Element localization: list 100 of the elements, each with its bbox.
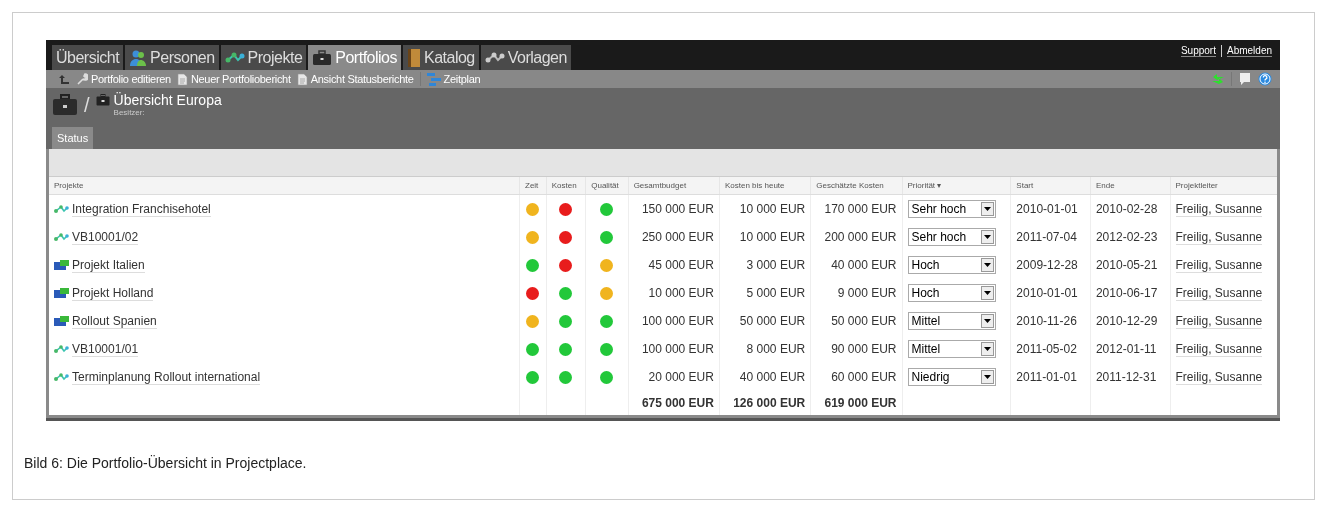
- manager-link[interactable]: Freilig, Susanne: [1175, 230, 1263, 245]
- project-link[interactable]: Projekt Holland: [72, 285, 154, 301]
- table-cell: 10 000 EUR: [628, 279, 720, 307]
- toolbar-button[interactable]: Neuer Portfoliobericht: [176, 72, 291, 86]
- briefcase-icon: [312, 49, 333, 66]
- document-icon: [296, 72, 308, 86]
- total-cell: 675 000 EUR: [628, 391, 720, 415]
- project-link[interactable]: Terminplanung Rollout international: [72, 369, 261, 385]
- nav-tab[interactable]: Personen: [125, 45, 219, 70]
- toolbar-button[interactable]: Zeitplan: [426, 72, 481, 86]
- table-cell: 10 000 EUR: [719, 194, 811, 223]
- priority-dropdown[interactable]: Sehr hoch: [907, 228, 996, 246]
- nav-tab[interactable]: Projekte: [220, 45, 307, 70]
- table-cell: 5 000 EUR: [719, 279, 811, 307]
- briefcase-icon[interactable]: [52, 94, 78, 116]
- manager-link[interactable]: Freilig, Susanne: [1175, 286, 1263, 301]
- people-icon: [129, 48, 148, 67]
- priority-dropdown[interactable]: Hoch: [907, 284, 996, 302]
- owner-label: Besitzer:: [113, 108, 146, 117]
- column-header[interactable]: Qualität: [585, 177, 629, 195]
- column-header[interactable]: Kosten: [546, 177, 586, 195]
- network-icon: [54, 232, 69, 242]
- table-cell: 2010-11-26: [1010, 307, 1091, 335]
- portfolio-title: Übersicht Europa: [113, 92, 222, 108]
- column-header[interactable]: Projektleiter: [1170, 177, 1277, 195]
- network-icon: [224, 50, 245, 65]
- column-header[interactable]: Gesamtbudget: [628, 177, 720, 195]
- speech-bubble-icon[interactable]: [1238, 72, 1252, 86]
- table-cell: 3 000 EUR: [719, 251, 811, 279]
- document-icon: [176, 72, 188, 86]
- folder-icon: [54, 316, 69, 326]
- project-link[interactable]: VB10001/02: [72, 229, 139, 245]
- table-cell: 250 000 EUR: [628, 223, 720, 251]
- column-header[interactable]: Priorität ▾: [902, 177, 1011, 195]
- manager-link[interactable]: Freilig, Susanne: [1175, 342, 1263, 357]
- nav-tab[interactable]: Übersicht: [52, 45, 124, 70]
- table-cell: 2012-01-11: [1090, 335, 1170, 363]
- arrows-icon[interactable]: [1211, 74, 1225, 84]
- caret-icon: [983, 207, 991, 211]
- header-link[interactable]: Abmelden: [1226, 45, 1272, 57]
- manager-link[interactable]: Freilig, Susanne: [1175, 258, 1263, 273]
- toolbar-button[interactable]: Ansicht Statusberichte: [296, 72, 414, 86]
- priority-dropdown[interactable]: Sehr hoch: [907, 200, 996, 218]
- header-link[interactable]: Support: [1180, 45, 1216, 57]
- table-cell: 170 000 EUR: [810, 194, 902, 223]
- project-link[interactable]: Integration Franchisehotel: [72, 201, 211, 217]
- total-cell: 619 000 EUR: [810, 391, 902, 415]
- table-cell: 20 000 EUR: [628, 363, 720, 391]
- table-cell: 10 000 EUR: [719, 223, 811, 251]
- table-cell: 2011-01-01: [1010, 363, 1091, 391]
- priority-dropdown[interactable]: Mittel: [907, 312, 996, 330]
- nav-tab[interactable]: Vorlagen: [480, 45, 571, 70]
- table-cell: 200 000 EUR: [810, 223, 902, 251]
- column-header[interactable]: Ende: [1090, 177, 1170, 195]
- breadcrumb-separator: /: [84, 94, 90, 116]
- table-cell: 100 000 EUR: [628, 307, 720, 335]
- column-header[interactable]: Geschätzte Kosten: [810, 177, 902, 195]
- column-header[interactable]: Start: [1010, 177, 1091, 195]
- project-link[interactable]: VB10001/01: [72, 341, 139, 357]
- project-link[interactable]: Rollout Spanien: [72, 313, 157, 329]
- book-icon: [407, 47, 421, 68]
- caret-icon: [983, 347, 991, 351]
- wrench-icon: [76, 73, 88, 85]
- manager-link[interactable]: Freilig, Susanne: [1175, 202, 1263, 217]
- total-cell: 126 000 EUR: [719, 391, 811, 415]
- table-cell: 2009-12-28: [1010, 251, 1091, 279]
- nav-tab[interactable]: Katalog: [403, 45, 479, 70]
- table-cell: 9 000 EUR: [810, 279, 902, 307]
- briefcase-icon: [95, 94, 110, 106]
- network-icon: [484, 50, 505, 65]
- priority-dropdown[interactable]: Mittel: [907, 340, 996, 358]
- table-cell: 40 000 EUR: [719, 363, 811, 391]
- table-cell: 2011-05-02: [1010, 335, 1091, 363]
- priority-dropdown[interactable]: Hoch: [907, 256, 996, 274]
- table-cell: 2011-07-04: [1010, 223, 1091, 251]
- table-cell: 40 000 EUR: [810, 251, 902, 279]
- manager-link[interactable]: Freilig, Susanne: [1175, 370, 1263, 385]
- table-cell: 2010-01-01: [1010, 194, 1091, 223]
- table-cell: 2010-12-29: [1090, 307, 1170, 335]
- table-cell: 100 000 EUR: [628, 335, 720, 363]
- priority-dropdown[interactable]: Niedrig: [907, 368, 996, 386]
- caret-icon: [983, 291, 991, 295]
- table-cell: 2011-12-31: [1090, 363, 1170, 391]
- caret-icon: [983, 235, 991, 239]
- figure-caption: Bild 6: Die Portfolio-Übersicht in Projectplace.: [24, 455, 308, 471]
- network-icon: [54, 204, 69, 214]
- up-arrow-icon[interactable]: [58, 73, 70, 85]
- manager-link[interactable]: Freilig, Susanne: [1175, 314, 1263, 329]
- folder-icon: [54, 260, 69, 270]
- column-header[interactable]: Zeit: [519, 177, 547, 195]
- table-cell: 45 000 EUR: [628, 251, 720, 279]
- help-icon[interactable]: [1258, 72, 1272, 86]
- column-header[interactable]: Projekte: [49, 177, 520, 195]
- table-cell: 8 000 EUR: [719, 335, 811, 363]
- network-icon: [54, 372, 69, 382]
- table-cell: 50 000 EUR: [810, 307, 902, 335]
- toolbar-button[interactable]: Portfolio editieren: [76, 73, 171, 85]
- caret-icon: [983, 319, 991, 323]
- column-header[interactable]: Kosten bis heute: [719, 177, 811, 195]
- project-link[interactable]: Projekt Italien: [72, 257, 145, 273]
